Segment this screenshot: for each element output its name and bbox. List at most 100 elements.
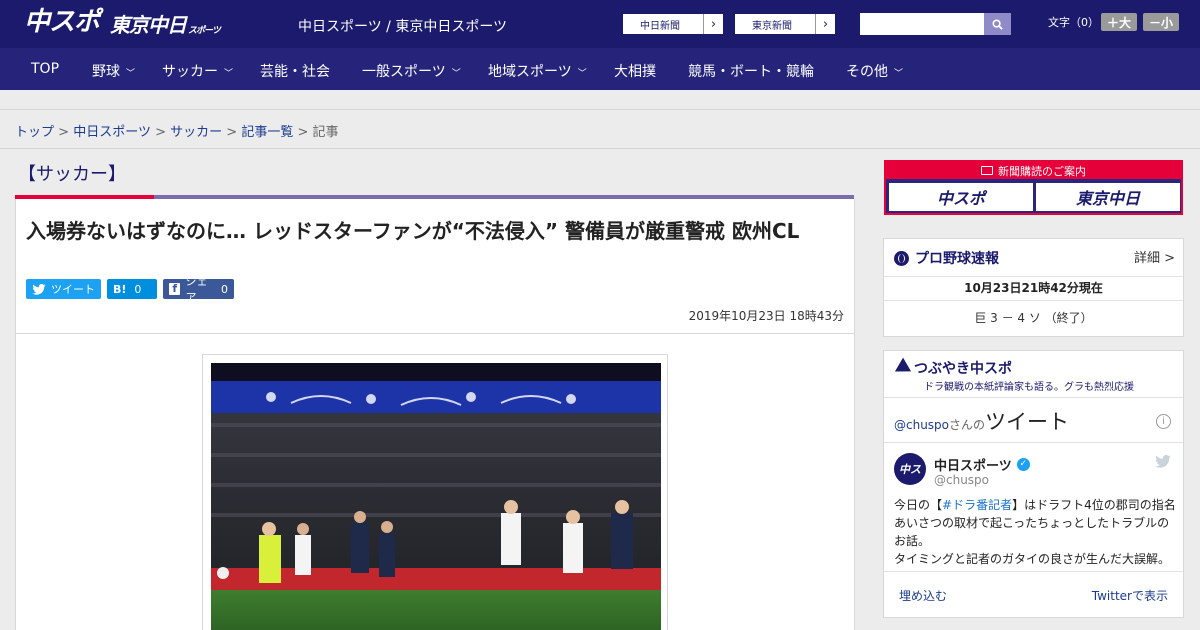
breadcrumb-sep: > (226, 125, 238, 140)
nav-general-sports[interactable]: 一般スポーツ ﹀ (362, 61, 461, 81)
font-smaller-button[interactable]: －小 (1143, 13, 1180, 31)
article-headline: 入場券ないはずなのに… レッドスターファンが“不法侵入” 警備員が厳重警戒 欧州… (26, 219, 800, 243)
twitter-bird-icon[interactable] (1155, 455, 1171, 468)
breadcrumb-sep: > (155, 125, 166, 140)
breadcrumb-top[interactable]: トップ (15, 125, 54, 140)
chuspo-logo[interactable]: 中スポ (24, 7, 100, 38)
hatena-bookmark-button[interactable]: B! 0 (107, 279, 157, 299)
publish-date: 2019年10月23日 18時43分 (688, 309, 844, 323)
article-card: 入場券ないはずなのに… レッドスターファンが“不法侵入” 警備員が厳重警戒 欧州… (15, 199, 855, 630)
chevron-right-icon: › (815, 14, 835, 34)
article-photo-frame (202, 354, 668, 630)
subscription-chuspo-logo[interactable]: 中スポ (889, 183, 1033, 211)
baseball-detail-link[interactable]: 詳細 > (1134, 247, 1175, 266)
chevron-down-icon: ﹀ (451, 69, 461, 79)
share-label: シェア (185, 275, 208, 304)
nav-general-sports-label: 一般スポーツ (362, 64, 446, 80)
nav-top[interactable]: TOP (31, 61, 59, 77)
tokyo-shimbun-label: 東京新聞 (752, 20, 792, 32)
twitter-bird-icon (32, 283, 46, 295)
subscription-banner-title: 新聞購読のご案内 (886, 162, 1181, 179)
baseball-score-box: プロ野球速報 詳細 > 10月23日21時42分現在 巨 3 － 4 ソ （終了… (883, 238, 1184, 337)
nav-entertainment[interactable]: 芸能・社会 (260, 61, 330, 81)
twitter-widget-box: つぶやき中スポ ドラ観戦の本紙評論家も語る。グラも熱烈応援 @chuspoさんの… (883, 350, 1184, 618)
nav-racing-label: 競馬・ボート・競輪 (688, 64, 814, 80)
divider (16, 333, 854, 334)
font-size-label: 文字（0） (1048, 16, 1099, 29)
tweet-account-name-text: 中日スポーツ (934, 459, 1012, 474)
avatar[interactable]: 中ス (894, 453, 926, 485)
nav-baseball[interactable]: 野球 ﹀ (92, 61, 135, 81)
divider (884, 571, 1183, 572)
baseball-box-title: プロ野球速報 (894, 248, 999, 268)
facebook-share-button[interactable]: f シェア 0 (163, 275, 234, 304)
newspaper-icon (981, 166, 993, 175)
tweet-account-name[interactable]: 中日スポーツ ✓ (934, 455, 1030, 474)
nav-local-sports[interactable]: 地域スポーツ ﹀ (488, 61, 587, 81)
info-icon[interactable]: i (1156, 414, 1171, 429)
nav-top-label: TOP (31, 61, 60, 77)
breadcrumb-current: 記事 (312, 125, 339, 140)
tweet-account-handle[interactable]: @chuspo (934, 473, 989, 487)
tokyo-chunichi-logo-small: スポーツ (188, 26, 221, 36)
search-input[interactable] (860, 13, 984, 35)
nav-sumo[interactable]: 大相撲 (614, 61, 656, 81)
breadcrumb: トップ > 中日スポーツ > サッカー > 記事一覧 > 記事 (15, 121, 339, 140)
nav-sumo-label: 大相撲 (614, 64, 656, 80)
megaphone-icon (890, 357, 912, 379)
soccer-match-photo (211, 363, 661, 630)
verified-badge-icon: ✓ (1016, 458, 1030, 471)
nav-other-label: その他 (846, 64, 888, 80)
tweets-box-subtitle: ドラ観戦の本紙評論家も語る。グラも熱烈応援 (924, 382, 1134, 393)
hatena-count: 0 (134, 282, 142, 296)
breadcrumb-article-list[interactable]: 記事一覧 (241, 125, 293, 140)
nav-other[interactable]: その他 ﹀ (846, 61, 903, 81)
breadcrumb-soccer[interactable]: サッカー (170, 125, 222, 140)
tweet-text-line2: タイミングと記者のガタイの良さが生んだ大誤解。 (894, 552, 1171, 566)
search-button[interactable] (984, 13, 1011, 35)
baseball-icon (894, 250, 909, 266)
chunichi-shimbun-button[interactable]: 中日新聞 › (622, 13, 724, 35)
view-on-twitter-link[interactable]: Twitterで表示 (1092, 587, 1168, 604)
subscription-tokyo-chunichi-logo[interactable]: 東京中日 (1036, 183, 1180, 211)
nav-racing[interactable]: 競馬・ボート・競輪 (688, 61, 814, 81)
divider (884, 442, 1183, 443)
article-photo[interactable] (211, 363, 661, 630)
facebook-icon: f (169, 282, 181, 295)
chevron-right-icon: › (703, 14, 723, 34)
main-nav: TOP 野球 ﹀ サッカー ﹀ 芸能・社会 一般スポーツ ﹀ 地域スポーツ ﹀ 大相撲 … (0, 48, 1200, 90)
breadcrumb-chunichi-sports[interactable]: 中日スポーツ (73, 125, 151, 140)
share-count: 0 (221, 282, 228, 296)
chevron-down-icon: ﹀ (577, 69, 587, 79)
baseball-box-title-text: プロ野球速報 (915, 251, 999, 267)
nav-baseball-label: 野球 (92, 64, 120, 80)
tweet-text: 今日の【#ドラ番記者】はドラフト4位の郡司の指名あいさつの取材で起こったちょっと… (894, 496, 1176, 568)
breadcrumb-sep: > (297, 125, 309, 140)
chevron-down-icon: ﹀ (894, 69, 904, 79)
tweet-button-label: ツイート (51, 283, 95, 296)
twitter-widget-tweet-word: ツイート (985, 410, 1070, 434)
site-names: 中日スポーツ / 東京中日スポーツ (298, 19, 508, 35)
chunichi-shimbun-label: 中日新聞 (640, 20, 680, 32)
tokyo-chunichi-logo[interactable]: 東京中日 スポーツ (110, 8, 221, 38)
font-larger-button[interactable]: ＋大 (1101, 13, 1138, 31)
twitter-handle-link[interactable]: @chuspo (894, 418, 949, 432)
divider (0, 148, 1200, 149)
category-heading: 【サッカー】 (18, 164, 126, 185)
baseball-updated-time: 10月23日21時42分現在 (884, 276, 1183, 300)
embed-link[interactable]: 埋め込む (899, 587, 947, 604)
tweet-text-prefix: 今日の【 (894, 498, 943, 512)
baseball-game-score[interactable]: 巨 3 － 4 ソ （終了） (884, 300, 1183, 336)
twitter-handle-suffix: さんの (949, 418, 986, 432)
tokyo-shimbun-button[interactable]: 東京新聞 › (734, 13, 836, 35)
tweet-hashtag-link[interactable]: #ドラ番記者 (942, 498, 1012, 512)
nav-local-sports-label: 地域スポーツ (488, 64, 572, 80)
nav-soccer[interactable]: サッカー ﹀ (162, 61, 233, 81)
subscription-banner-title-text: 新聞購読のご案内 (998, 164, 1086, 178)
nav-soccer-label: サッカー (162, 64, 218, 80)
tweets-box-title: つぶやき中スポ (890, 357, 1012, 379)
nav-entertainment-label: 芸能・社会 (260, 64, 330, 80)
subscription-banner[interactable]: 新聞購読のご案内 中スポ 東京中日 (884, 160, 1183, 215)
tweet-button[interactable]: ツイート (26, 279, 101, 299)
breadcrumb-sep: > (58, 125, 70, 140)
